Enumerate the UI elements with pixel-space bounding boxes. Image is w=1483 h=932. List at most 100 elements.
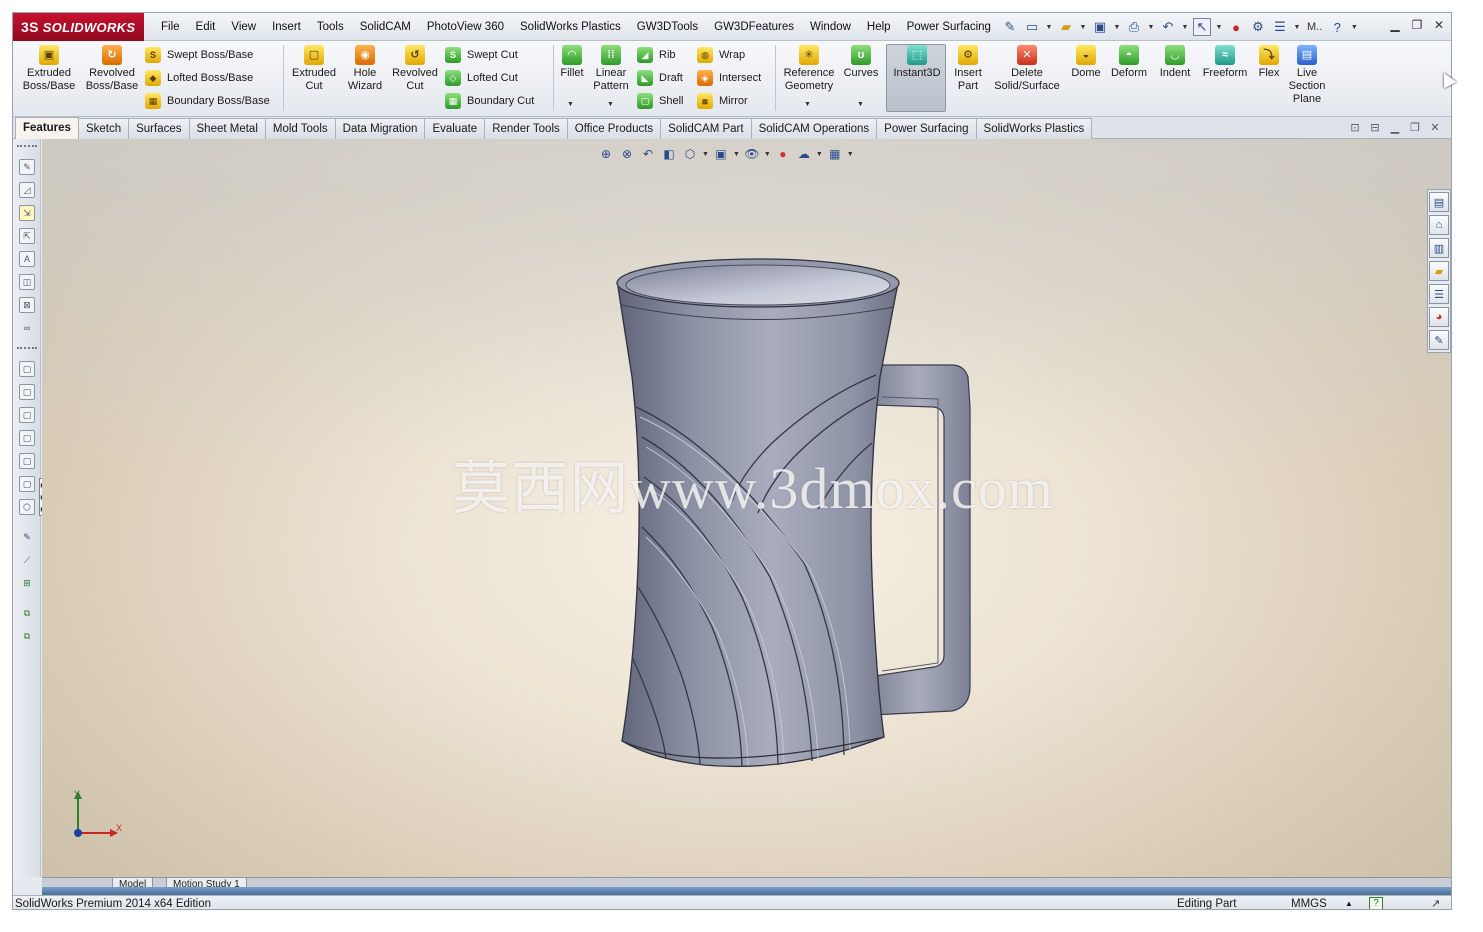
- new-dropdown-icon[interactable]: ▼: [1045, 24, 1053, 31]
- pattern-dropdown-icon[interactable]: ▼: [607, 101, 614, 108]
- help-dropdown-icon[interactable]: ▼: [1350, 24, 1358, 31]
- revolved-cut-button[interactable]: ↺ Revolved Cut: [389, 45, 441, 93]
- menu-plastics[interactable]: SolidWorks Plastics: [512, 13, 629, 41]
- view-iso-icon[interactable]: ⬡: [19, 499, 35, 515]
- linear-pattern-button[interactable]: ⁞⁞ Linear Pattern: [591, 45, 631, 93]
- menu-help[interactable]: Help: [859, 13, 899, 41]
- pin-icon[interactable]: ✎: [1001, 18, 1019, 36]
- open-icon[interactable]: ▰: [1057, 18, 1075, 36]
- tab-sketch[interactable]: Sketch: [77, 118, 130, 139]
- draft-button[interactable]: ◣ Draft: [637, 69, 683, 87]
- sketch-tool-icon[interactable]: ⇱: [19, 228, 35, 244]
- smart-dimension-icon[interactable]: ⇲: [19, 205, 35, 221]
- resources-icon[interactable]: ▤: [1429, 192, 1449, 212]
- insert-part-button[interactable]: ⚙ Insert Part: [949, 45, 987, 93]
- custom-properties-icon[interactable]: ✎: [1429, 330, 1449, 350]
- delete-solid-button[interactable]: ✕ Delete Solid/Surface: [991, 45, 1063, 93]
- fillet-button[interactable]: ◠ Fillet: [557, 45, 587, 80]
- tab-features[interactable]: Features: [15, 117, 79, 139]
- options-icon[interactable]: ⚙: [1249, 18, 1267, 36]
- view-palette-icon[interactable]: ☰: [1429, 284, 1449, 304]
- file-explorer-icon[interactable]: ▰: [1429, 261, 1449, 281]
- units-label[interactable]: MMGS: [1291, 896, 1327, 909]
- tab-mold-tools[interactable]: Mold Tools: [264, 118, 336, 139]
- sketch-tool-icon[interactable]: ◿: [19, 182, 35, 198]
- sketch-tool-icon[interactable]: ⊠: [19, 297, 35, 313]
- dome-button[interactable]: ◒ Dome: [1067, 45, 1105, 80]
- tab-motion-study[interactable]: Motion Study 1: [166, 878, 247, 887]
- rib-button[interactable]: ◢ Rib: [637, 46, 676, 64]
- view-back-icon[interactable]: ▢: [19, 384, 35, 400]
- select-dropdown-icon[interactable]: ▼: [1215, 24, 1223, 31]
- minimize-icon[interactable]: ▁: [1385, 16, 1405, 34]
- doc-minimize-icon[interactable]: ▁: [1387, 120, 1403, 134]
- extruded-cut-button[interactable]: ▢ Extruded Cut: [287, 45, 341, 93]
- help-icon[interactable]: ?: [1328, 18, 1346, 36]
- view-front-icon[interactable]: ▢: [19, 361, 35, 377]
- display-icon[interactable]: ⧉: [19, 628, 35, 644]
- status-expand-icon[interactable]: ↗: [1431, 896, 1440, 909]
- sketch-tool-icon[interactable]: A: [19, 251, 35, 267]
- tab-model[interactable]: Model: [112, 878, 154, 887]
- extruded-boss-button[interactable]: ▣ Extruded Boss/Base: [21, 45, 77, 93]
- tab-surfaces[interactable]: Surfaces: [128, 118, 190, 139]
- display-style-icon[interactable]: ▣: [712, 146, 730, 162]
- scene-dropdown-icon[interactable]: ▼: [816, 151, 823, 158]
- display-icon[interactable]: ⧉: [19, 605, 35, 621]
- tab-solidcam-operations[interactable]: SolidCAM Operations: [750, 118, 878, 139]
- menu-tools[interactable]: Tools: [309, 13, 352, 41]
- swept-boss-button[interactable]: S Swept Boss/Base: [145, 46, 253, 64]
- live-section-button[interactable]: ▤ Live Section Plane: [1285, 45, 1329, 106]
- menu-edit[interactable]: Edit: [188, 13, 224, 41]
- menu-gw3dfeatures[interactable]: GW3DFeatures: [706, 13, 802, 41]
- split-icon[interactable]: ⊟: [1367, 120, 1383, 134]
- restore-icon[interactable]: ❐: [1407, 16, 1427, 34]
- shell-button[interactable]: ▢ Shell: [637, 92, 683, 110]
- fillet-dropdown-icon[interactable]: ▼: [567, 101, 574, 108]
- home-icon[interactable]: ⌂: [1429, 215, 1449, 235]
- tile-icon[interactable]: ⊡: [1347, 120, 1363, 134]
- tab-solidcam-part[interactable]: SolidCAM Part: [660, 118, 752, 139]
- print-icon[interactable]: ⎙: [1125, 18, 1143, 36]
- grip-dots[interactable]: [17, 347, 37, 349]
- tab-data-migration[interactable]: Data Migration: [334, 118, 426, 139]
- view-orientation-icon[interactable]: ⬡: [681, 146, 699, 162]
- deform-button[interactable]: ◓ Deform: [1107, 45, 1151, 80]
- zoom-to-area-icon[interactable]: ⊗: [618, 146, 636, 162]
- revolved-boss-button[interactable]: ↻ Revolved Boss/Base: [83, 45, 141, 93]
- tab-solidworks-plastics[interactable]: SolidWorks Plastics: [975, 118, 1093, 139]
- solidworks-logo[interactable]: 3S SOLIDWORKS: [13, 13, 144, 41]
- appearance-icon[interactable]: ●: [774, 146, 792, 162]
- design-library-icon[interactable]: ▥: [1429, 238, 1449, 258]
- boundary-cut-button[interactable]: ▦ Boundary Cut: [445, 92, 534, 110]
- menu-window[interactable]: Window: [802, 13, 859, 41]
- freeform-button[interactable]: ≈ Freeform: [1199, 45, 1251, 80]
- save-icon[interactable]: ▣: [1091, 18, 1109, 36]
- units-arrow-icon[interactable]: ▲: [1345, 896, 1353, 909]
- lofted-cut-button[interactable]: ◇ Lofted Cut: [445, 69, 518, 87]
- properties-dropdown-icon[interactable]: ▼: [1293, 24, 1301, 31]
- relations-icon[interactable]: ⊞: [19, 575, 35, 591]
- save-dropdown-icon[interactable]: ▼: [1113, 24, 1121, 31]
- menu-file[interactable]: File: [153, 13, 188, 41]
- view-orientation-dropdown-icon[interactable]: ▼: [702, 151, 709, 158]
- curves-dropdown-icon[interactable]: ▼: [857, 101, 864, 108]
- sketch-tool-icon[interactable]: ✎: [19, 159, 35, 175]
- menu-solidcam[interactable]: SolidCAM: [352, 13, 419, 41]
- undo-icon[interactable]: ↶: [1159, 18, 1177, 36]
- appearances-icon[interactable]: ◕: [1429, 307, 1449, 327]
- tab-sheet-metal[interactable]: Sheet Metal: [188, 118, 266, 139]
- view-settings-icon[interactable]: ▦: [826, 146, 844, 162]
- scene-icon[interactable]: ☁: [795, 146, 813, 162]
- wrap-button[interactable]: ◍ Wrap: [697, 46, 745, 64]
- close-icon[interactable]: ✕: [1429, 16, 1449, 34]
- tab-power-surfacing[interactable]: Power Surfacing: [876, 118, 977, 139]
- menu-photoview[interactable]: PhotoView 360: [419, 13, 512, 41]
- display-style-dropdown-icon[interactable]: ▼: [733, 151, 740, 158]
- menu-gw3dtools[interactable]: GW3DTools: [629, 13, 706, 41]
- flex-button[interactable]: ⤵ Flex: [1253, 45, 1285, 80]
- view-left-icon[interactable]: ▢: [19, 407, 35, 423]
- view-right-icon[interactable]: ▢: [19, 430, 35, 446]
- tab-render-tools[interactable]: Render Tools: [484, 118, 568, 139]
- new-document-icon[interactable]: ▭: [1023, 18, 1041, 36]
